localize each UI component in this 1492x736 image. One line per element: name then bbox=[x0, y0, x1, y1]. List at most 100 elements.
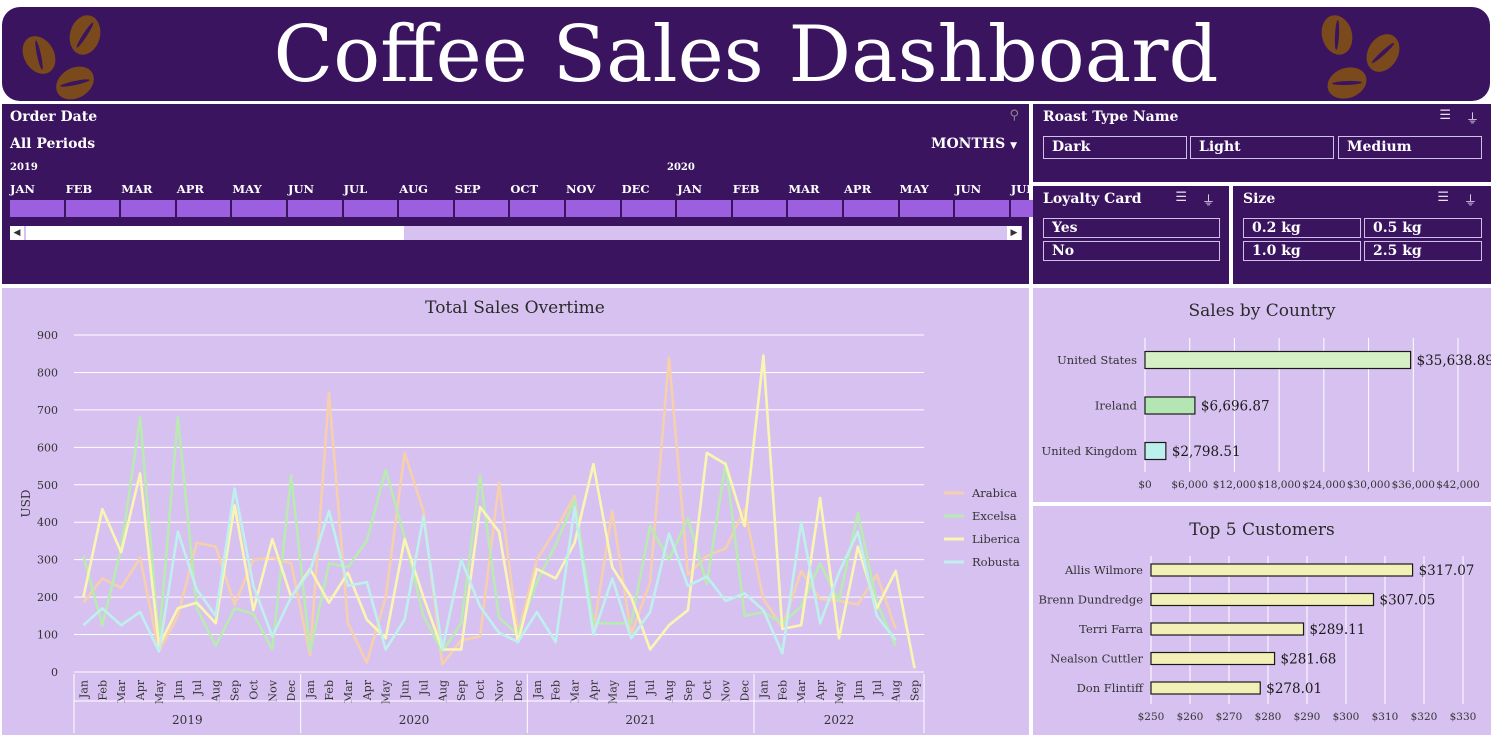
bar bbox=[1144, 396, 1196, 415]
x-tick-label: Dec bbox=[739, 680, 752, 702]
size-option-2-5kg[interactable]: 2.5 kg bbox=[1364, 241, 1482, 261]
multi-select-icon[interactable]: ☰ bbox=[1439, 108, 1451, 123]
x-tick-label: Feb bbox=[776, 680, 789, 701]
timeline-month-label: DEC bbox=[621, 182, 650, 196]
data-label: $289.11 bbox=[1310, 622, 1366, 638]
size-option-1-0kg[interactable]: 1.0 kg bbox=[1243, 241, 1361, 261]
scroll-left-icon[interactable]: ◀ bbox=[10, 226, 24, 240]
timeline-month-cell[interactable] bbox=[232, 200, 286, 217]
timeline-month-label: AUG bbox=[399, 182, 428, 196]
size-slicer-title: Size bbox=[1243, 191, 1276, 207]
legend-label: Robusta bbox=[972, 555, 1020, 569]
x-tick-label: $300 bbox=[1333, 711, 1360, 723]
size-option-0-5kg[interactable]: 0.5 kg bbox=[1364, 218, 1482, 238]
roast-option-medium[interactable]: Medium bbox=[1338, 136, 1482, 159]
x-tick-label: Nov bbox=[493, 679, 506, 702]
timeline-period: All Periods bbox=[10, 136, 96, 152]
x-tick-label: $320 bbox=[1411, 711, 1438, 723]
clear-filter-icon[interactable]: ⏚ bbox=[1202, 190, 1215, 209]
loyalty-option-no[interactable]: No bbox=[1043, 241, 1220, 261]
timeline-month-cell[interactable] bbox=[10, 200, 64, 217]
timeline-granularity-dropdown[interactable]: MONTHS ▼ bbox=[931, 136, 1017, 152]
x-tick-label: $260 bbox=[1177, 711, 1204, 723]
x-tick-label: Jul bbox=[191, 680, 204, 696]
timeline-year-2019: 2019 bbox=[10, 162, 38, 173]
category-label: Don Flintiff bbox=[1077, 681, 1144, 695]
timeline-month-label: OCT bbox=[510, 182, 539, 196]
x-tick-label: Oct bbox=[474, 679, 487, 699]
timeline-month-cell[interactable] bbox=[955, 200, 1009, 217]
legend-label: Excelsa bbox=[972, 509, 1017, 523]
x-tick-label: Nov bbox=[720, 679, 733, 702]
x-tick-label: Feb bbox=[96, 680, 109, 701]
timeline-month-cell[interactable] bbox=[343, 200, 398, 217]
loyalty-slicer-title: Loyalty Card bbox=[1043, 191, 1142, 207]
category-label: Allis Wilmore bbox=[1064, 563, 1143, 577]
timeline-month-label: APR bbox=[844, 182, 872, 196]
timeline-month-cell[interactable] bbox=[288, 200, 342, 217]
timeline-month-cell[interactable] bbox=[65, 200, 120, 217]
x-tick-label: Oct bbox=[701, 679, 714, 699]
roast-slicer-title: Roast Type Name bbox=[1043, 109, 1179, 125]
roast-option-light[interactable]: Light bbox=[1190, 136, 1334, 159]
roast-type-slicer[interactable]: Roast Type Name ☰ ⏚ Dark Light Medium bbox=[1033, 104, 1491, 182]
timeline-month-cell[interactable] bbox=[677, 200, 731, 217]
clear-filter-icon[interactable]: ⏚ bbox=[1466, 108, 1479, 127]
data-label: $35,638.89 bbox=[1417, 353, 1491, 369]
x-tick-label: Mar bbox=[342, 679, 355, 703]
roast-option-dark[interactable]: Dark bbox=[1043, 136, 1187, 159]
timeline-scroll-thumb[interactable] bbox=[26, 226, 404, 240]
year-label: 2019 bbox=[172, 713, 203, 727]
x-tick-label: May bbox=[153, 679, 166, 704]
timeline-month-cell[interactable] bbox=[844, 200, 898, 217]
timeline-year-2020: 2020 bbox=[667, 162, 695, 173]
timeline-month-cell[interactable] bbox=[121, 200, 175, 217]
timeline-month-cell[interactable] bbox=[454, 200, 509, 217]
loyalty-card-slicer[interactable]: Loyalty Card ☰ ⏚ Yes No bbox=[1033, 186, 1229, 284]
y-tick-label: 900 bbox=[37, 329, 58, 342]
timeline-month-label: MAY bbox=[232, 182, 262, 196]
order-date-timeline[interactable]: Order Date ⚲ All Periods MONTHS ▼ 2019 2… bbox=[2, 104, 1065, 284]
category-label: Nealson Cuttler bbox=[1050, 652, 1143, 666]
timeline-month-label: JAN bbox=[677, 182, 703, 196]
timeline-month-cell[interactable] bbox=[176, 200, 231, 217]
multi-select-icon[interactable]: ☰ bbox=[1437, 190, 1449, 205]
scroll-right-icon[interactable]: ▶ bbox=[1007, 226, 1021, 240]
timeline-month-cell[interactable] bbox=[510, 200, 564, 217]
multi-select-icon[interactable]: ☰ bbox=[1175, 190, 1187, 205]
x-tick-label: Dec bbox=[512, 680, 525, 702]
loyalty-option-yes[interactable]: Yes bbox=[1043, 218, 1220, 238]
timeline-month-label: MAR bbox=[121, 182, 153, 196]
timeline-month-cell[interactable] bbox=[788, 200, 842, 217]
size-slicer[interactable]: Size ☰ ⏚ 0.2 kg 0.5 kg 1.0 kg 2.5 kg bbox=[1233, 186, 1491, 284]
size-option-0-2kg[interactable]: 0.2 kg bbox=[1243, 218, 1361, 238]
timeline-month-cell[interactable] bbox=[399, 200, 453, 217]
legend-label: Arabica bbox=[971, 486, 1017, 500]
category-label: Terri Farra bbox=[1079, 622, 1143, 636]
timeline-month-label: NOV bbox=[566, 182, 596, 196]
data-label: $6,696.87 bbox=[1201, 399, 1270, 415]
timeline-month-cell[interactable] bbox=[732, 200, 787, 217]
year-label: 2020 bbox=[399, 713, 430, 727]
timeline-month-label: FEB bbox=[732, 182, 760, 196]
x-tick-label: Jul bbox=[871, 680, 884, 696]
timeline-month-cell[interactable] bbox=[621, 200, 676, 217]
category-label: Brenn Dundredge bbox=[1039, 593, 1144, 607]
x-tick-label: Aug bbox=[663, 680, 676, 703]
data-label: $307.05 bbox=[1379, 593, 1435, 609]
total-sales-chart: Total Sales Overtime 0 100 200 300 400 500 600 7… bbox=[2, 288, 1029, 735]
chart-title: Total Sales Overtime bbox=[425, 298, 605, 318]
x-tick-label: $250 bbox=[1138, 711, 1165, 723]
timeline-month-cell[interactable] bbox=[899, 200, 954, 217]
data-label: $317.07 bbox=[1419, 563, 1475, 579]
timeline-month-cell[interactable] bbox=[566, 200, 620, 217]
clear-filter-icon[interactable]: ⏚ bbox=[1464, 190, 1477, 209]
timeline-month-label: JAN bbox=[10, 182, 35, 196]
x-tick-label: Aug bbox=[890, 680, 903, 703]
x-tick-label: Jun bbox=[172, 680, 185, 700]
x-tick-label: Jun bbox=[852, 680, 865, 700]
x-tick-label: Feb bbox=[323, 680, 336, 701]
year-label: 2022 bbox=[824, 713, 855, 727]
clear-filter-icon[interactable]: ⚲ bbox=[1009, 108, 1019, 123]
x-tick-label: $330 bbox=[1450, 711, 1477, 723]
